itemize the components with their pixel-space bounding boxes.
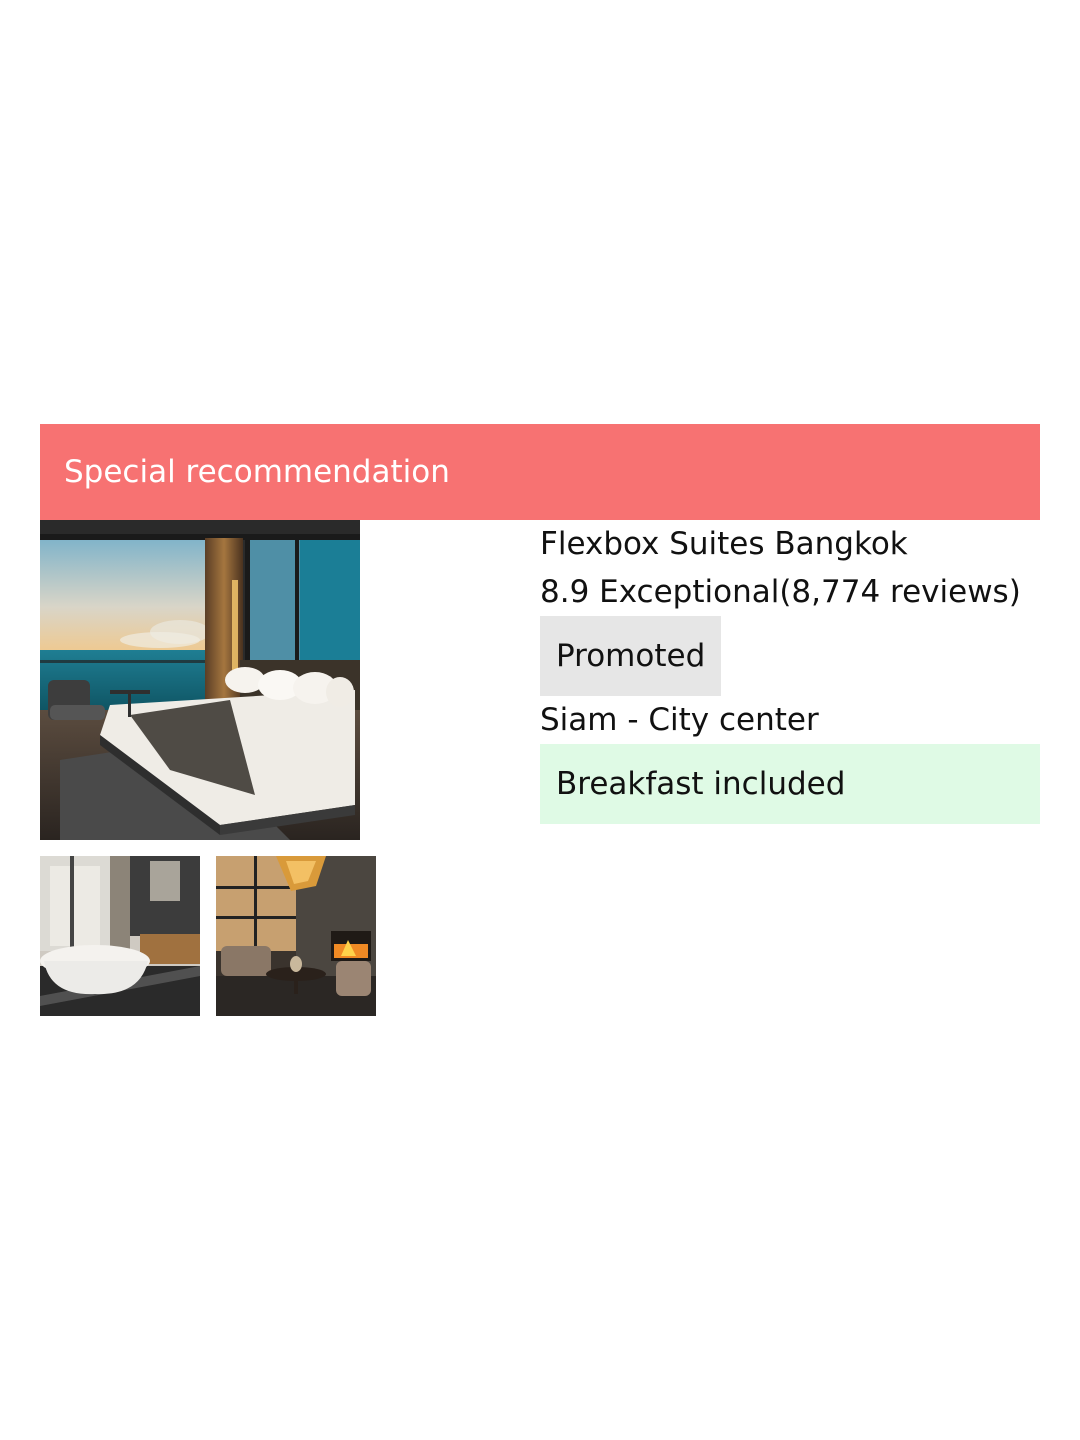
promoted-badge: Promoted	[540, 616, 722, 696]
bathroom-bathtub-image	[40, 856, 200, 1016]
thumbnail-bathroom-photo[interactable]	[40, 856, 200, 1016]
lounge-fireplace-image	[216, 856, 376, 1016]
thumbnail-lounge-photo[interactable]	[216, 856, 376, 1016]
bedroom-ocean-view-image	[40, 520, 360, 840]
hotel-info: Flexbox Suites Bangkok 8.9 Exceptional(8…	[540, 520, 1040, 824]
hotel-location: Siam - City center	[540, 702, 819, 738]
card-content: Flexbox Suites Bangkok 8.9 Exceptional(8…	[40, 520, 1040, 1020]
breakfast-included-badge: Breakfast included	[540, 744, 1040, 824]
main-hotel-photo[interactable]	[40, 520, 360, 840]
hotel-recommendation-card: Special recommendation Flexbox Suites Ba…	[40, 424, 1040, 1020]
hotel-rating: 8.9 Exceptional(8,774 reviews)	[540, 574, 1021, 610]
special-recommendation-banner: Special recommendation	[40, 424, 1040, 520]
hotel-name[interactable]: Flexbox Suites Bangkok	[540, 520, 1040, 568]
banner-label: Special recommendation	[64, 454, 450, 490]
